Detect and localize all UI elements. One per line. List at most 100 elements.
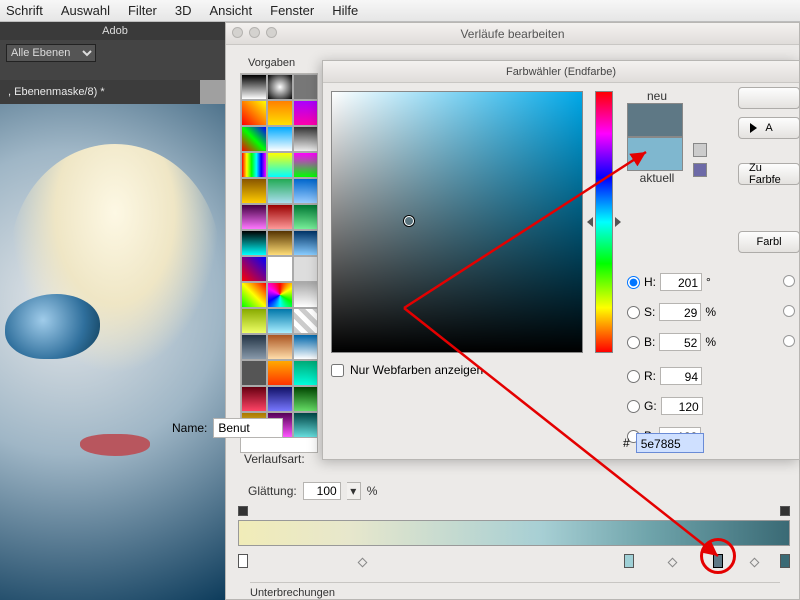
h-value[interactable]: 201 — [660, 273, 702, 291]
preset-swatch[interactable] — [241, 230, 267, 256]
preset-swatch[interactable] — [241, 204, 267, 230]
preset-swatch[interactable] — [241, 178, 267, 204]
preset-swatch[interactable] — [241, 282, 267, 308]
preset-swatch[interactable] — [293, 256, 318, 282]
web-colors-checkbox[interactable] — [331, 364, 344, 377]
ok-button[interactable] — [738, 87, 800, 109]
preset-swatch[interactable] — [293, 360, 318, 386]
sv-cursor[interactable] — [404, 216, 414, 226]
preset-swatch[interactable] — [241, 308, 267, 334]
color-stop-4[interactable] — [780, 554, 790, 568]
preset-swatch[interactable] — [267, 360, 293, 386]
cube-icon[interactable] — [693, 143, 707, 157]
s-unit: % — [705, 305, 717, 319]
presets-label: Vorgaben — [248, 57, 295, 69]
menu-auswahl[interactable]: Auswahl — [61, 3, 110, 18]
new-label: neu — [627, 89, 687, 103]
preset-swatch[interactable] — [267, 178, 293, 204]
presets-grid[interactable] — [240, 73, 318, 453]
preset-swatch[interactable] — [293, 178, 318, 204]
smoothness-input[interactable] — [303, 482, 341, 500]
preset-swatch[interactable] — [267, 74, 293, 100]
hue-pointer-left[interactable] — [587, 217, 593, 227]
menu-ansicht[interactable]: Ansicht — [210, 3, 253, 18]
bb-radio[interactable] — [783, 335, 795, 347]
preset-swatch[interactable] — [241, 256, 267, 282]
gradient-editor-titlebar[interactable]: Verläufe bearbeiten — [226, 23, 799, 45]
b-hsb-value[interactable]: 52 — [659, 333, 701, 351]
document-tab[interactable]: , Ebenenmaske/8) * — [0, 80, 200, 104]
preset-swatch[interactable] — [241, 386, 267, 412]
r-label: R: — [644, 369, 656, 383]
menu-hilfe[interactable]: Hilfe — [332, 3, 358, 18]
smoothness-label: Glättung: — [248, 484, 297, 498]
preset-swatch[interactable] — [293, 412, 318, 438]
preset-swatch[interactable] — [293, 152, 318, 178]
r-radio[interactable] — [627, 370, 640, 383]
color-libraries-button[interactable]: Farbl — [738, 231, 800, 253]
color-stop-2[interactable] — [624, 554, 634, 568]
web-colors-only[interactable]: Nur Webfarben anzeigen — [331, 363, 483, 377]
preset-swatch[interactable] — [293, 230, 318, 256]
cancel-button[interactable]: A — [738, 117, 800, 139]
preset-swatch[interactable] — [241, 334, 267, 360]
new-color-swatch[interactable] — [627, 103, 683, 137]
document-canvas[interactable] — [0, 104, 230, 600]
hue-pointer-right[interactable] — [615, 217, 621, 227]
preset-swatch[interactable] — [241, 152, 267, 178]
a-radio[interactable] — [783, 305, 795, 317]
preset-swatch[interactable] — [267, 386, 293, 412]
r-value[interactable]: 94 — [660, 367, 702, 385]
l-radio[interactable] — [783, 275, 795, 287]
preset-swatch[interactable] — [241, 74, 267, 100]
menu-3d[interactable]: 3D — [175, 3, 192, 18]
menu-schrift[interactable]: Schrift — [6, 3, 43, 18]
preset-swatch[interactable] — [267, 282, 293, 308]
preset-swatch[interactable] — [293, 126, 318, 152]
preset-swatch[interactable] — [293, 100, 318, 126]
preset-swatch[interactable] — [241, 126, 267, 152]
preset-swatch[interactable] — [241, 100, 267, 126]
h-radio[interactable] — [627, 276, 640, 289]
g-radio[interactable] — [627, 400, 640, 413]
s-value[interactable]: 29 — [659, 303, 701, 321]
preset-swatch[interactable] — [293, 334, 318, 360]
hue-slider[interactable] — [595, 91, 613, 353]
opacity-stop-right[interactable] — [780, 506, 790, 516]
preset-swatch[interactable] — [293, 204, 318, 230]
add-to-swatches-button[interactable]: Zu Farbfe — [738, 163, 800, 185]
preset-swatch[interactable] — [293, 282, 318, 308]
preset-swatch[interactable] — [267, 334, 293, 360]
h-label: H: — [644, 275, 656, 289]
b-hsb-radio[interactable] — [627, 336, 640, 349]
hex-input[interactable]: 5e7885 — [636, 433, 704, 453]
b-hsb-row: B: 52 % — [627, 333, 717, 351]
preset-swatch[interactable] — [267, 256, 293, 282]
r-row: R: 94 — [627, 367, 702, 385]
preset-swatch[interactable] — [267, 126, 293, 152]
gradient-name-input[interactable] — [213, 418, 283, 438]
preset-swatch[interactable] — [267, 308, 293, 334]
preset-swatch[interactable] — [267, 204, 293, 230]
gradient-ramp[interactable] — [238, 510, 790, 562]
preset-swatch[interactable] — [267, 152, 293, 178]
preset-swatch[interactable] — [293, 74, 318, 100]
menu-filter[interactable]: Filter — [128, 3, 157, 18]
color-stop-1[interactable] — [238, 554, 248, 568]
s-radio[interactable] — [627, 306, 640, 319]
g-value[interactable]: 120 — [661, 397, 703, 415]
preset-swatch[interactable] — [267, 100, 293, 126]
menu-fenster[interactable]: Fenster — [270, 3, 314, 18]
smoothness-stepper[interactable]: ▾ — [347, 482, 361, 500]
window-controls[interactable] — [232, 27, 277, 38]
current-color-swatch[interactable] — [627, 137, 683, 171]
preset-swatch[interactable] — [293, 308, 318, 334]
app-titlebar: Adob — [0, 22, 230, 40]
layer-filter-dropdown[interactable]: Alle Ebenen — [6, 44, 96, 62]
preset-swatch[interactable] — [293, 386, 318, 412]
nearest-websafe-swatch[interactable] — [693, 163, 707, 177]
opacity-stop-left[interactable] — [238, 506, 248, 516]
preset-swatch[interactable] — [267, 230, 293, 256]
preset-swatch[interactable] — [241, 360, 267, 386]
saturation-value-field[interactable] — [331, 91, 583, 353]
